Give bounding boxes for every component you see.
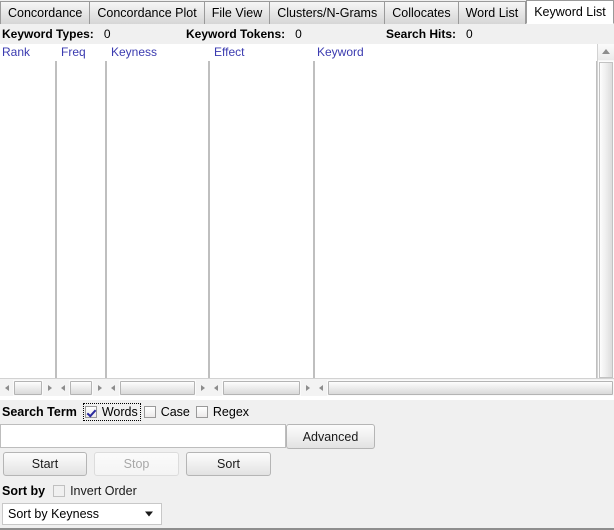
scroll-left-arrow-icon[interactable] [106, 380, 119, 396]
start-button[interactable]: Start [3, 452, 87, 476]
table-body [0, 61, 597, 378]
scroll-left-arrow-icon[interactable] [209, 380, 222, 396]
scroll-right-arrow-icon[interactable] [93, 380, 106, 396]
table-column-effect[interactable] [209, 61, 314, 378]
words-checkbox[interactable] [85, 406, 97, 418]
scroll-right-arrow-icon[interactable] [196, 380, 209, 396]
vertical-scroll-thumb[interactable] [599, 62, 613, 378]
keyword-list-window: Concordance Concordance Plot File View C… [0, 0, 614, 530]
advanced-button[interactable]: Advanced [286, 424, 375, 449]
hscroll-track[interactable] [69, 380, 93, 396]
tab-label: Concordance Plot [97, 6, 196, 20]
search-term-label: Search Term [2, 405, 77, 419]
tab-clusters-ngrams[interactable]: Clusters/N-Grams [269, 1, 384, 24]
hscroll-thumb[interactable] [120, 381, 195, 395]
tab-keyword-list[interactable]: Keyword List [526, 0, 614, 24]
tab-file-view[interactable]: File View [204, 1, 269, 24]
scroll-up-arrow-icon[interactable] [598, 44, 614, 60]
stop-button: Stop [94, 452, 179, 476]
column-header-freq[interactable]: Freq [61, 45, 86, 59]
search-hits-value: 0 [466, 27, 473, 41]
invert-order-label: Invert Order [70, 484, 137, 498]
hscrollbar-keyness[interactable] [106, 378, 209, 396]
statistics-row: Keyword Types: 0 Keyword Tokens: 0 Search … [0, 24, 614, 44]
tab-label: Word List [466, 6, 519, 20]
results-table: Rank Freq Keyness Effect Keyword [0, 44, 614, 400]
scroll-right-arrow-icon[interactable] [301, 380, 314, 396]
vertical-scroll-track[interactable] [598, 61, 614, 378]
words-checkbox-label: Words [102, 405, 138, 419]
table-vertical-scrollbar[interactable] [597, 44, 614, 378]
tab-label: Clusters/N-Grams [277, 6, 377, 20]
tab-label: Collocates [392, 6, 450, 20]
tab-label: File View [212, 6, 262, 20]
column-header-keyword[interactable]: Keyword [317, 45, 364, 59]
hscroll-track[interactable] [13, 380, 43, 396]
table-column-keyness[interactable] [106, 61, 209, 378]
table-column-headers: Rank Freq Keyness Effect Keyword [0, 44, 597, 61]
tab-concordance-plot[interactable]: Concordance Plot [89, 1, 203, 24]
tab-label: Concordance [8, 6, 82, 20]
column-header-rank[interactable]: Rank [2, 45, 30, 59]
tab-word-list[interactable]: Word List [458, 1, 527, 24]
hscroll-thumb[interactable] [70, 381, 92, 395]
scroll-right-arrow-icon[interactable] [43, 380, 56, 396]
search-hits-label: Search Hits: [386, 27, 456, 41]
keyword-tokens-stat: Keyword Tokens: 0 [186, 27, 302, 41]
search-hits-stat: Search Hits: 0 [386, 27, 473, 41]
table-column-rank[interactable] [0, 61, 56, 378]
hscroll-thumb[interactable] [223, 381, 300, 395]
column-scrollbars [0, 378, 614, 398]
sort-order-dropdown[interactable]: Sort by Keyness [2, 503, 162, 525]
tab-collocates[interactable]: Collocates [384, 1, 457, 24]
regex-checkbox-label: Regex [213, 405, 249, 419]
keyword-tokens-value: 0 [295, 27, 302, 41]
table-column-keyword[interactable] [314, 61, 597, 378]
search-term-input[interactable] [0, 424, 286, 448]
keyword-types-value: 0 [104, 27, 111, 41]
keyword-tokens-label: Keyword Tokens: [186, 27, 285, 41]
main-tab-bar: Concordance Concordance Plot File View C… [0, 0, 614, 24]
chevron-down-icon [145, 512, 153, 517]
keyword-types-label: Keyword Types: [2, 27, 94, 41]
sort-by-label: Sort by [2, 484, 45, 498]
hscrollbar-keyword[interactable] [314, 378, 614, 396]
column-header-effect[interactable]: Effect [214, 45, 244, 59]
hscrollbar-freq[interactable] [56, 378, 106, 396]
column-header-keyness[interactable]: Keyness [111, 45, 157, 59]
invert-order-checkbox-group[interactable]: Invert Order [53, 484, 137, 498]
hscroll-thumb[interactable] [14, 381, 42, 395]
search-term-row: Search Term Words Case Regex [0, 402, 614, 422]
regex-checkbox[interactable] [196, 406, 208, 418]
tab-label: Keyword List [534, 5, 606, 19]
table-column-freq[interactable] [56, 61, 106, 378]
keyword-types-stat: Keyword Types: 0 [2, 27, 111, 41]
sort-order-selected-value: Sort by Keyness [8, 507, 99, 521]
hscroll-track[interactable] [119, 380, 196, 396]
regex-checkbox-group[interactable]: Regex [196, 405, 249, 419]
hscrollbar-effect[interactable] [209, 378, 314, 396]
scroll-left-arrow-icon[interactable] [56, 380, 69, 396]
hscroll-thumb[interactable] [328, 381, 613, 395]
case-checkbox-group[interactable]: Case [144, 405, 190, 419]
hscroll-track[interactable] [327, 380, 614, 396]
sort-button[interactable]: Sort [186, 452, 271, 476]
hscrollbar-rank[interactable] [0, 378, 56, 396]
scroll-left-arrow-icon[interactable] [0, 380, 13, 396]
case-checkbox-label: Case [161, 405, 190, 419]
tab-concordance[interactable]: Concordance [0, 1, 89, 24]
case-checkbox[interactable] [144, 406, 156, 418]
invert-order-checkbox[interactable] [53, 485, 65, 497]
hscroll-track[interactable] [222, 380, 301, 396]
scroll-left-arrow-icon[interactable] [314, 380, 327, 396]
words-checkbox-group[interactable]: Words [84, 404, 140, 420]
sort-by-row: Sort by Invert Order [0, 481, 614, 501]
